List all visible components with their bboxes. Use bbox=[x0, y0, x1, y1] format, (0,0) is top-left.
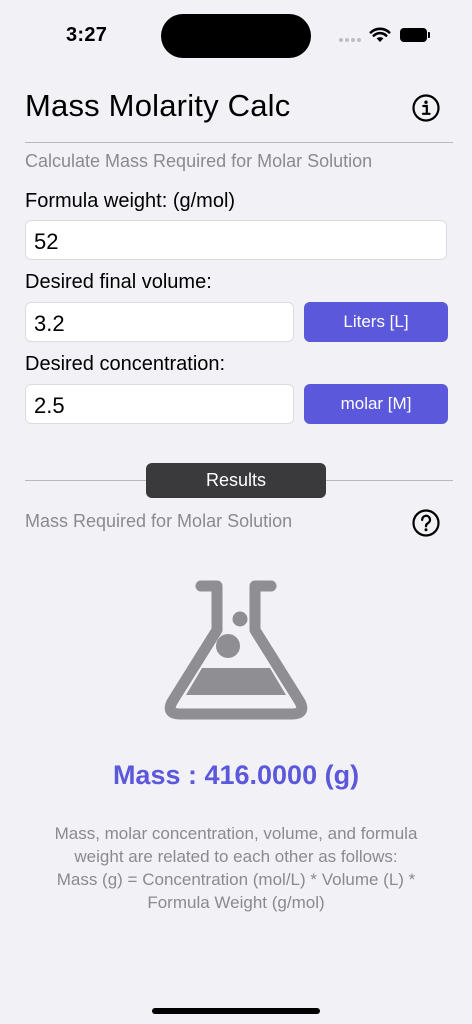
volume-label: Desired final volume: bbox=[25, 271, 212, 293]
page-title: Mass Molarity Calc bbox=[25, 88, 291, 123]
flask-icon bbox=[164, 580, 308, 720]
explanation-line: Formula Weight (g/mol) bbox=[147, 893, 325, 912]
info-icon[interactable] bbox=[411, 93, 441, 123]
formula-weight-input[interactable]: 52 bbox=[25, 220, 447, 260]
explanation-text: Mass, molar concentration, volume, and f… bbox=[22, 822, 450, 914]
mass-result: Mass : 416.0000 (g) bbox=[112, 760, 360, 790]
explanation-line: weight are related to each other as foll… bbox=[74, 847, 398, 866]
concentration-label: Desired concentration: bbox=[25, 353, 226, 375]
formula-weight-label: Formula weight: (g/mol) bbox=[25, 190, 236, 212]
concentration-unit-button[interactable]: molar [M] bbox=[304, 384, 448, 424]
question-icon[interactable] bbox=[411, 508, 441, 538]
volume-unit-button[interactable]: Liters [L] bbox=[304, 302, 448, 342]
dynamic-island bbox=[161, 14, 311, 58]
battery-icon bbox=[400, 28, 430, 42]
results-subtitle: Mass Required for Molar Solution bbox=[25, 511, 293, 531]
explanation-line: Mass (g) = Concentration (mol/L) * Volum… bbox=[56, 870, 416, 889]
wifi-icon bbox=[369, 27, 391, 42]
explanation-line: Mass, molar concentration, volume, and f… bbox=[54, 824, 418, 843]
concentration-input[interactable]: 2.5 bbox=[25, 384, 294, 424]
results-tab: Results bbox=[146, 463, 326, 498]
title-divider bbox=[25, 142, 453, 143]
status-time: 3:27 bbox=[66, 24, 108, 46]
home-indicator[interactable] bbox=[152, 1008, 320, 1014]
status-bar: 3:27 bbox=[0, 0, 472, 70]
volume-input[interactable]: 3.2 bbox=[25, 302, 294, 342]
calculator-subtitle: Calculate Mass Required for Molar Soluti… bbox=[25, 151, 373, 171]
cellular-signal-icon bbox=[339, 38, 363, 44]
